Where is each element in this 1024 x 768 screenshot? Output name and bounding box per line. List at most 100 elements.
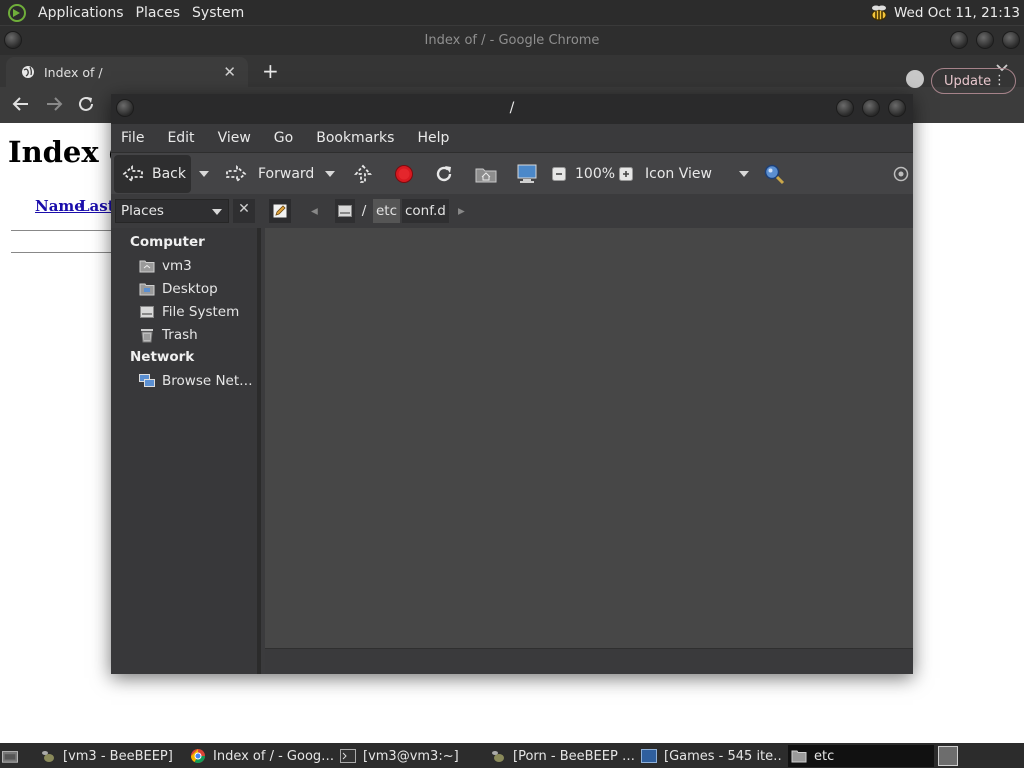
forward-history-dropdown[interactable] <box>325 153 335 195</box>
breadcrumb-conf-d[interactable]: conf.d <box>402 199 449 223</box>
folder-icon <box>791 748 807 764</box>
view-mode-label: Icon View <box>645 166 712 182</box>
breadcrumb-right-icon[interactable]: ▸ <box>458 199 465 223</box>
sidebar-item-trash[interactable]: Trash <box>139 325 198 345</box>
fm-pathbar: Places ✕ ◂ / etc conf.d ▸ <box>111 194 913 228</box>
back-button[interactable]: Back <box>114 155 191 193</box>
breadcrumb-etc[interactable]: etc <box>373 199 401 223</box>
back-arrow-icon[interactable] <box>12 95 30 118</box>
task-terminal[interactable]: [vm3@vm3:~] <box>340 745 480 767</box>
minimize-icon[interactable] <box>950 31 968 49</box>
view-mode-select[interactable]: Icon View <box>645 153 749 195</box>
back-icon <box>122 165 144 183</box>
breadcrumb-root[interactable]: / <box>357 199 371 223</box>
tab-close-icon[interactable]: ✕ <box>223 63 236 81</box>
drive-icon <box>139 304 155 320</box>
applications-menu[interactable]: Applications <box>32 5 130 21</box>
task-label: Index of / - Goog… <box>213 748 334 764</box>
stop-icon <box>395 165 413 183</box>
zoom-out-button[interactable] <box>552 153 566 195</box>
folder-icon <box>641 748 657 764</box>
zoom-level[interactable]: 100% <box>575 153 615 195</box>
sidebar-item-browse-network[interactable]: Browse Net… <box>139 371 253 391</box>
edit-location-button[interactable] <box>269 199 291 223</box>
clock[interactable]: Wed Oct 11, 21:13 <box>894 5 1020 21</box>
computer-button[interactable] <box>516 153 538 195</box>
task-label: [Games - 545 ite… <box>664 748 781 764</box>
breadcrumb-left-icon[interactable]: ◂ <box>311 199 318 223</box>
reload-icon <box>436 166 452 182</box>
places-menu[interactable]: Places <box>130 5 187 21</box>
menu-file[interactable]: File <box>121 130 144 146</box>
globe-icon <box>20 64 36 80</box>
desktop-folder-icon <box>139 281 155 297</box>
maximize-icon[interactable] <box>862 99 880 117</box>
close-icon[interactable] <box>888 99 906 117</box>
file-icon-view[interactable] <box>265 228 913 648</box>
menu-bookmarks[interactable]: Bookmarks <box>316 130 394 146</box>
drive-icon[interactable] <box>335 199 355 223</box>
terminal-icon <box>340 748 356 764</box>
reload-icon[interactable] <box>77 95 95 118</box>
stop-button[interactable] <box>394 153 414 195</box>
close-icon[interactable] <box>1002 31 1020 49</box>
computer-icon <box>517 164 537 183</box>
chrome-tabstrip: Index of / ✕ + <box>0 55 1024 87</box>
home-folder-icon <box>139 258 155 274</box>
side-pane-select[interactable]: Places <box>115 199 229 223</box>
last-modified-column-link[interactable]: Last <box>79 197 115 215</box>
forward-label: Forward <box>258 166 315 182</box>
back-history-dropdown[interactable] <box>199 153 209 195</box>
forward-button[interactable]: Forward <box>225 153 314 195</box>
forward-arrow-icon[interactable] <box>45 95 63 118</box>
fm-titlebar[interactable]: / <box>111 94 913 124</box>
zoom-in-button[interactable] <box>619 153 633 195</box>
tab-index-of[interactable]: Index of / ✕ <box>6 57 248 87</box>
menu-help[interactable]: Help <box>417 130 449 146</box>
workspace-switcher[interactable] <box>938 746 958 766</box>
task-chrome[interactable]: Index of / - Goog… <box>190 745 334 767</box>
close-sidepane-icon[interactable]: ✕ <box>233 199 255 223</box>
zoom-out-icon <box>552 167 566 181</box>
beebeep-tray-icon[interactable] <box>868 2 890 24</box>
maximize-icon[interactable] <box>976 31 994 49</box>
show-desktop-button[interactable] <box>2 745 24 767</box>
reload-button[interactable] <box>434 153 454 195</box>
home-button[interactable] <box>475 153 497 195</box>
task-games-folder[interactable]: [Games - 545 ite… <box>641 745 781 767</box>
task-beebeep-vm3[interactable]: [vm3 - BeeBEEP] <box>40 745 180 767</box>
sidebar-item-label: File System <box>162 304 240 320</box>
system-menu[interactable]: System <box>186 5 250 21</box>
menu-view[interactable]: View <box>218 130 251 146</box>
search-button[interactable] <box>763 153 785 195</box>
menu-go[interactable]: Go <box>274 130 293 146</box>
divider <box>11 252 121 253</box>
network-icon <box>139 373 155 389</box>
minimize-icon[interactable] <box>836 99 854 117</box>
top-panel: Applications Places System Wed Oct 11, 2… <box>0 0 1024 25</box>
sidebar-item-desktop[interactable]: Desktop <box>139 279 218 299</box>
more-vert-icon[interactable]: ⋮ <box>993 73 1006 88</box>
throbber-icon <box>893 153 909 195</box>
up-button[interactable] <box>353 153 373 195</box>
task-beebeep-porn[interactable]: [Porn - BeeBEEP … <box>490 745 634 767</box>
chrome-titlebar[interactable]: Index of / - Google Chrome <box>0 25 1024 55</box>
task-etc-folder[interactable]: etc <box>788 745 934 767</box>
update-button[interactable]: Update ⋮ <box>931 68 1016 94</box>
home-folder-icon <box>475 168 497 183</box>
beebeep-icon <box>490 748 506 764</box>
name-column-link[interactable]: Name <box>35 197 84 215</box>
places-sidebar: Computer vm3 Desktop File System Trash N… <box>111 228 261 674</box>
file-manager-window: / File Edit View Go Bookmarks Help Back … <box>111 94 913 674</box>
menu-edit[interactable]: Edit <box>167 130 194 146</box>
side-pane-label: Places <box>121 203 164 219</box>
sidebar-heading-network: Network <box>130 349 195 365</box>
trash-icon <box>139 327 155 343</box>
new-tab-icon[interactable]: + <box>262 59 279 83</box>
sidebar-item-label: Desktop <box>162 281 218 297</box>
distro-logo-icon[interactable] <box>6 2 28 24</box>
sidebar-item-vm3[interactable]: vm3 <box>139 256 192 276</box>
sidebar-item-label: vm3 <box>162 258 192 274</box>
sidebar-item-file-system[interactable]: File System <box>139 302 239 322</box>
profile-avatar[interactable] <box>906 70 924 88</box>
